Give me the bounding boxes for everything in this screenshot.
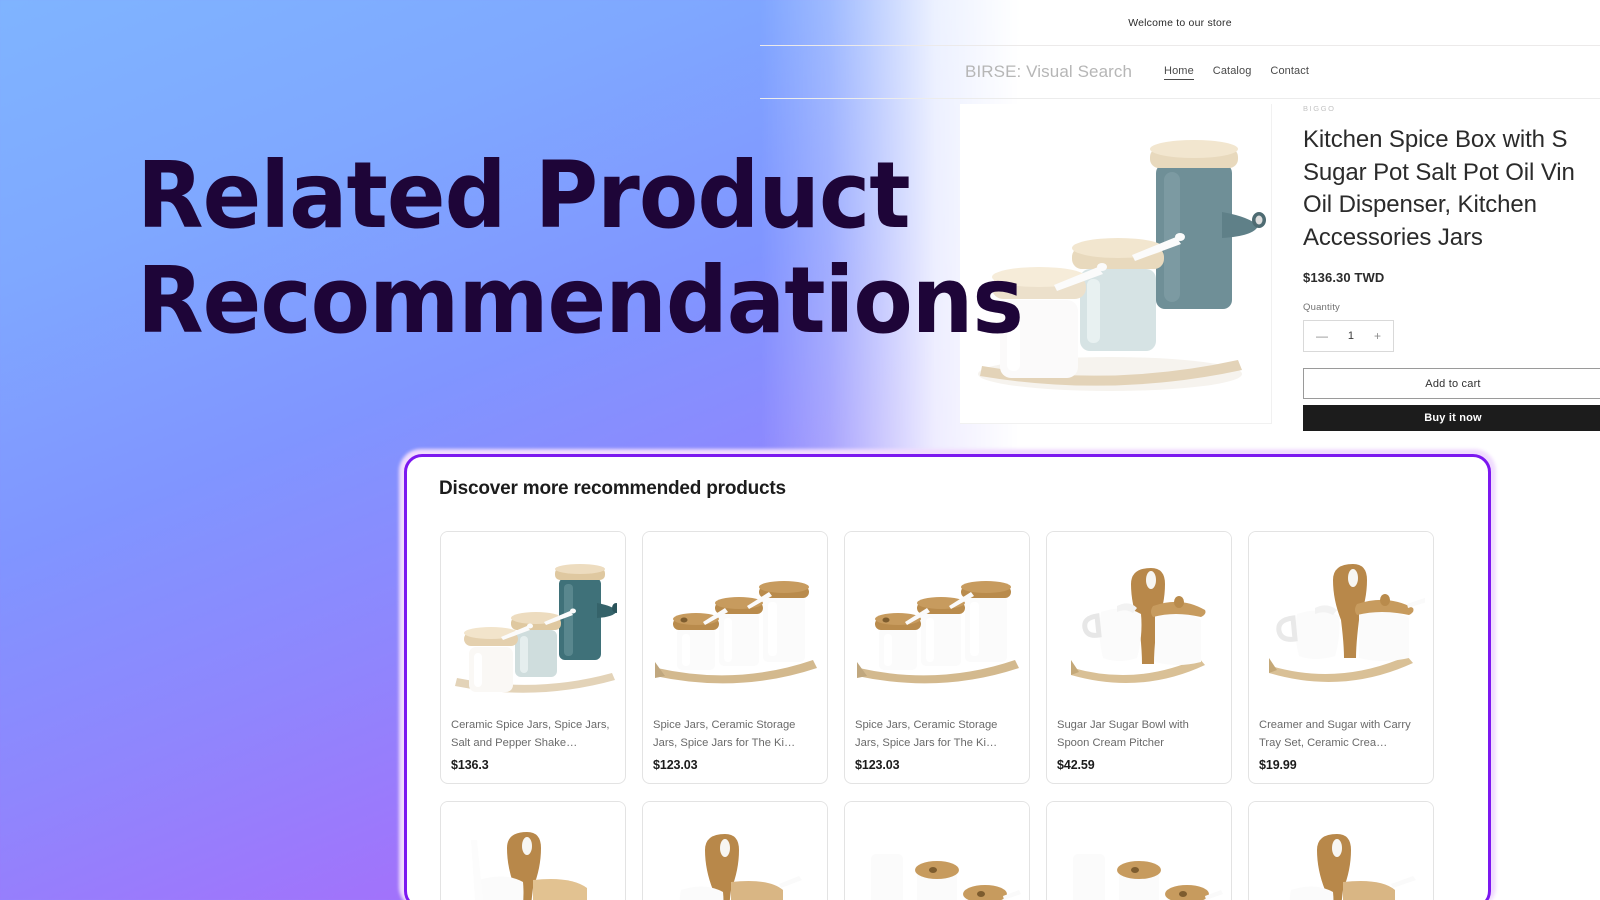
quantity-value[interactable]: 1 [1348,330,1354,342]
product-price: $136.30 TWD [1303,270,1385,285]
product-card[interactable] [1046,801,1232,900]
product-card-image [643,802,827,900]
spice-jar-set-white-3-icon [655,580,817,683]
product-title-line-2: Sugar Pot Salt Pot Oil Vin [1303,158,1575,186]
product-card[interactable]: Spice Jars, Ceramic Storage Jars, Spice … [844,531,1030,784]
product-card[interactable] [844,801,1030,900]
product-card[interactable]: Sugar Jar Sugar Bowl with Spoon Cream Pi… [1046,531,1232,784]
product-title-line-4: Accessories Jars [1303,223,1483,251]
recommendations-panel: Discover more recommended products Ceram… [404,454,1491,900]
canister-trio-icon [871,853,1021,900]
product-card-title: Ceramic Spice Jars, Spice Jars, Salt and… [451,719,610,749]
product-card-image [441,532,625,717]
store-header: BIRSE: Visual Search Home Catalog Contac… [760,46,1600,99]
product-card-image [1047,802,1231,900]
product-title-line-1: Kitchen Spice Box with S [1303,126,1568,153]
product-card-image [845,532,1029,717]
recommendations-panel-wrapper: Discover more recommended products Ceram… [399,449,1496,900]
add-to-cart-button[interactable]: Add to cart [1303,368,1600,399]
quantity-stepper[interactable]: — 1 + [1303,320,1394,352]
product-card-title: Spice Jars, Ceramic Storage Jars, Spice … [653,719,796,749]
product-card-title: Sugar Jar Sugar Bowl with Spoon Cream Pi… [1057,719,1189,749]
product-card-body: Ceramic Spice Jars, Spice Jars, Salt and… [441,717,625,783]
product-card-image [643,532,827,717]
product-card-image [1249,532,1433,717]
announcement-text: Welcome to our store [1128,16,1232,29]
product-info: BIGGO Kitchen Spice Box with S Sugar Pot… [1303,104,1600,431]
quantity-label: Quantity [1303,302,1340,313]
quantity-increase-button[interactable]: + [1374,329,1381,343]
product-card[interactable]: Spice Jars, Ceramic Storage Jars, Spice … [642,531,828,784]
spice-jar-set-white-3-icon [857,580,1019,683]
product-title-line-3: Oil Dispenser, Kitchen [1303,191,1537,218]
store-nav: Home Catalog Contact [1164,65,1309,80]
quantity-decrease-button[interactable]: — [1316,329,1328,343]
recommendations-heading: Discover more recommended products [439,478,786,499]
creamer-sugar-tray-icon [679,833,802,900]
product-card-image [1249,802,1433,900]
buy-it-now-button[interactable]: Buy it now [1303,405,1600,431]
product-card-price: $123.03 [855,758,900,772]
recommendations-grid: Ceramic Spice Jars, Spice Jars, Salt and… [440,531,1434,900]
product-card[interactable]: Ceramic Spice Jars, Spice Jars, Salt and… [440,531,626,784]
product-card[interactable]: Creamer and Sugar with Carry Tray Set, C… [1248,531,1434,784]
canister-trio-icon [1073,853,1223,900]
product-card-image [1047,532,1231,717]
product-card-body: Spice Jars, Ceramic Storage Jars, Spice … [643,717,827,783]
nav-item-contact[interactable]: Contact [1270,65,1309,80]
product-card-body: Sugar Jar Sugar Bowl with Spoon Cream Pi… [1047,717,1231,783]
nav-item-catalog[interactable]: Catalog [1213,65,1252,80]
product-card-price: $42.59 [1057,758,1095,772]
product-card-image [845,802,1029,900]
creamer-sugar-tray-icon [1289,833,1416,900]
nav-item-home[interactable]: Home [1164,65,1194,80]
product-card[interactable] [1248,801,1434,900]
product-card-title: Creamer and Sugar with Carry Tray Set, C… [1259,719,1411,749]
creamer-sugar-tray-icon [1269,563,1425,682]
product-card[interactable] [440,801,626,900]
product-card-body: Creamer and Sugar with Carry Tray Set, C… [1249,717,1433,783]
spice-jar-set-teal-icon [455,563,617,693]
product-card-image [441,802,625,900]
announcement-bar: Welcome to our store [760,0,1600,46]
product-card-price: $136.3 [451,758,489,772]
product-card-body: Spice Jars, Ceramic Storage Jars, Spice … [845,717,1029,783]
store-logo[interactable]: BIRSE: Visual Search [965,62,1132,82]
product-title: Kitchen Spice Box with S Sugar Pot Salt … [1303,124,1600,254]
product-card-price: $123.03 [653,758,698,772]
product-card-price: $19.99 [1259,758,1297,772]
product-card-title: Spice Jars, Ceramic Storage Jars, Spice … [855,719,998,749]
product-vendor: BIGGO [1303,104,1336,113]
page-headline: Related Product Recommendations [137,142,1024,354]
product-card[interactable] [642,801,828,900]
sugar-bowl-creamer-icon [1071,567,1206,683]
sugar-bowl-creamer-icon [471,831,587,900]
